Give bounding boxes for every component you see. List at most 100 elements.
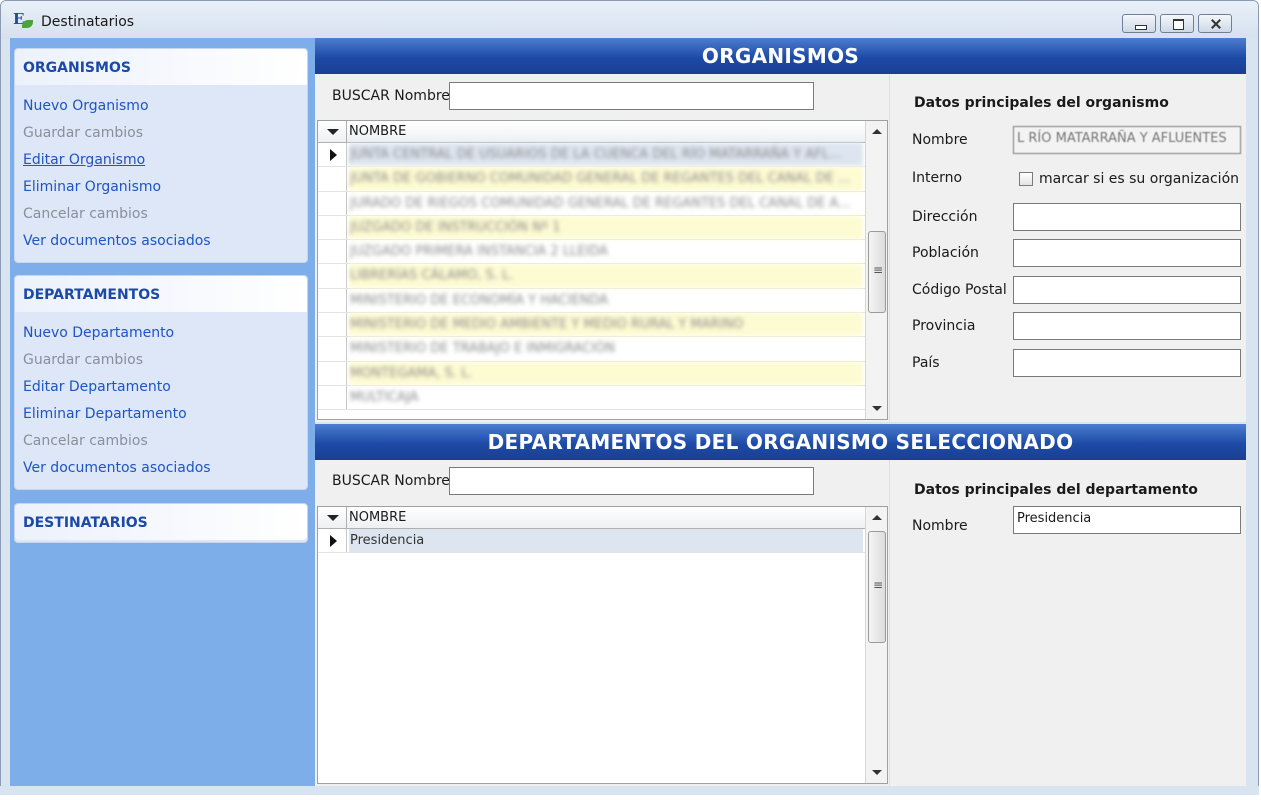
table-cell-nombre[interactable]: JURADO DE RIEGOS COMUNIDAD GENERAL DE RE… bbox=[349, 192, 863, 215]
table-cell-nombre[interactable]: MINISTERIO DE ECONOMÍA Y HACIENDA bbox=[349, 289, 863, 312]
organismos-panel-header[interactable]: ORGANISMOS bbox=[15, 49, 307, 85]
nombre-field[interactable]: L RÍO MATARRAÑA Y AFLUENTES bbox=[1013, 126, 1241, 154]
organismos-column-nombre[interactable]: NOMBRE bbox=[349, 124, 406, 139]
organismo-detail-title: Datos principales del organismo bbox=[914, 95, 1169, 111]
provincia-label: Provincia bbox=[912, 318, 976, 334]
table-cell-nombre[interactable]: MINISTERIO DE MEDIO AMBIENTE Y MEDIO RUR… bbox=[349, 313, 863, 337]
nuevo-organismo-link[interactable]: Nuevo Organismo bbox=[23, 93, 307, 120]
departamentos-grid-header: NOMBRE bbox=[318, 507, 887, 529]
editar-departamento-link[interactable]: Editar Departamento bbox=[23, 374, 307, 401]
table-row[interactable]: MINISTERIO DE MEDIO AMBIENTE Y MEDIO RUR… bbox=[318, 313, 887, 338]
cancelar-cambios-organismo-link: Cancelar cambios bbox=[23, 206, 148, 222]
departamentos-search-label: BUSCAR Nombre bbox=[332, 473, 450, 489]
interno-label: Interno bbox=[912, 170, 963, 186]
organismos-grid-header: NOMBRE bbox=[318, 121, 887, 143]
window-right-border bbox=[1246, 38, 1258, 786]
table-row[interactable]: JUZGADO DE INSTRUCCIÓN Nº 1 bbox=[318, 215, 887, 241]
departamentos-grid-body: Presidencia bbox=[318, 529, 887, 554]
table-cell-nombre[interactable]: MINISTERIO DE TRABAJO E INMIGRACIÓN bbox=[349, 337, 863, 360]
table-row[interactable]: JURADO DE RIEGOS COMUNIDAD GENERAL DE RE… bbox=[318, 191, 887, 216]
interno-checkbox-label[interactable]: marcar si es su organización bbox=[1039, 171, 1239, 187]
sort-arrow-icon[interactable] bbox=[318, 507, 347, 528]
departamento-detail-title: Datos principales del departamento bbox=[914, 482, 1198, 498]
sidebar: ORGANISMOS Nuevo Organismo Guardar cambi… bbox=[10, 38, 315, 786]
departamento-nombre-field[interactable]: Presidencia bbox=[1013, 506, 1241, 534]
nuevo-departamento-link[interactable]: Nuevo Departamento bbox=[23, 320, 307, 347]
poblacion-label: Población bbox=[912, 245, 979, 261]
interno-checkbox[interactable] bbox=[1019, 172, 1033, 186]
app-icon: E bbox=[13, 10, 35, 30]
table-cell-nombre[interactable]: LIBRERÍAS CÁLAMO, S. L. bbox=[349, 264, 863, 288]
table-cell-nombre[interactable]: JUNTA DE GOBIERNO COMUNIDAD GENERAL DE R… bbox=[349, 167, 863, 191]
ver-documentos-organismo-link[interactable]: Ver documentos asociados bbox=[23, 228, 307, 255]
departamentos-panel: DEPARTAMENTOS Nuevo Departamento Guardar… bbox=[14, 275, 308, 490]
organismos-section-title: ORGANISMOS bbox=[315, 38, 1246, 74]
row-header[interactable] bbox=[318, 337, 347, 361]
table-cell-nombre[interactable]: Presidencia bbox=[349, 529, 863, 553]
row-header[interactable] bbox=[318, 385, 347, 410]
row-header[interactable] bbox=[318, 240, 347, 264]
organismos-grid-scrollbar[interactable] bbox=[865, 121, 887, 419]
eliminar-departamento-link[interactable]: Eliminar Departamento bbox=[23, 401, 307, 428]
ver-documentos-departamento-link[interactable]: Ver documentos asociados bbox=[23, 455, 307, 482]
scroll-thumb[interactable] bbox=[868, 531, 886, 643]
provincia-field[interactable] bbox=[1013, 312, 1241, 340]
organismos-search-label: BUSCAR Nombre bbox=[332, 88, 450, 104]
table-row[interactable]: MONTEGAMA, S. L. bbox=[318, 361, 887, 386]
table-row[interactable]: MINISTERIO DE ECONOMÍA Y HACIENDA bbox=[318, 288, 887, 314]
sort-arrow-icon[interactable] bbox=[318, 121, 347, 142]
table-row[interactable]: Presidencia bbox=[318, 529, 887, 554]
title-bar: E Destinatarios bbox=[1, 1, 1258, 39]
departamentos-section-title: DEPARTAMENTOS DEL ORGANISMO SELECCIONADO bbox=[315, 424, 1246, 460]
poblacion-field[interactable] bbox=[1013, 239, 1241, 267]
row-header[interactable] bbox=[318, 264, 347, 288]
table-row[interactable]: MULTICAJA bbox=[318, 385, 887, 411]
scroll-down-arrow-icon[interactable] bbox=[872, 406, 882, 411]
row-header[interactable] bbox=[318, 288, 347, 313]
organismos-divider bbox=[889, 74, 890, 422]
pais-label: País bbox=[912, 355, 940, 371]
organismos-search-input[interactable] bbox=[449, 82, 814, 110]
departamentos-grid[interactable]: NOMBRE Presidencia bbox=[317, 506, 888, 784]
departamentos-divider bbox=[889, 460, 890, 786]
row-header[interactable] bbox=[318, 215, 347, 240]
departamentos-search-input[interactable] bbox=[449, 467, 814, 495]
table-cell-nombre[interactable]: JUNTA CENTRAL DE USUARIOS DE LA CUENCA D… bbox=[349, 143, 863, 167]
table-cell-nombre[interactable]: JUZGADO PRIMERA INSTANCIA 2 LLEIDA bbox=[349, 240, 863, 263]
table-cell-nombre[interactable]: MONTEGAMA, S. L. bbox=[349, 361, 863, 385]
departamentos-column-nombre[interactable]: NOMBRE bbox=[349, 510, 406, 525]
departamentos-grid-scrollbar[interactable] bbox=[865, 507, 887, 783]
eliminar-organismo-link[interactable]: Eliminar Organismo bbox=[23, 174, 307, 201]
close-button[interactable] bbox=[1198, 14, 1232, 33]
leaf-icon bbox=[22, 20, 33, 28]
table-row[interactable]: MINISTERIO DE TRABAJO E INMIGRACIÓN bbox=[318, 337, 887, 362]
table-row[interactable]: LIBRERÍAS CÁLAMO, S. L. bbox=[318, 264, 887, 289]
row-header[interactable] bbox=[318, 313, 347, 337]
codigo-postal-field[interactable] bbox=[1013, 276, 1241, 304]
table-cell-nombre[interactable]: MULTICAJA bbox=[349, 386, 863, 409]
table-cell-nombre[interactable]: JUZGADO DE INSTRUCCIÓN Nº 1 bbox=[349, 215, 863, 240]
editar-organismo-link[interactable]: Editar Organismo bbox=[23, 147, 307, 174]
scroll-up-arrow-icon[interactable] bbox=[872, 129, 882, 134]
minimize-button[interactable] bbox=[1122, 14, 1156, 33]
current-row-indicator-icon[interactable] bbox=[318, 143, 347, 167]
row-header[interactable] bbox=[318, 167, 347, 191]
departamentos-panel-header[interactable]: DEPARTAMENTOS bbox=[15, 276, 307, 312]
scroll-down-arrow-icon[interactable] bbox=[872, 770, 882, 775]
destinatarios-panel-header[interactable]: DESTINATARIOS bbox=[15, 504, 307, 540]
organismos-grid-body: JUNTA CENTRAL DE USUARIOS DE LA CUENCA D… bbox=[318, 143, 887, 411]
restore-button[interactable] bbox=[1160, 14, 1194, 33]
current-row-indicator-icon[interactable] bbox=[318, 529, 347, 553]
row-header[interactable] bbox=[318, 191, 347, 215]
organismos-grid[interactable]: NOMBRE JUNTA CENTRAL DE USUARIOS DE LA C… bbox=[317, 120, 888, 420]
row-header[interactable] bbox=[318, 361, 347, 385]
scroll-thumb[interactable] bbox=[868, 231, 886, 313]
table-row[interactable]: JUNTA DE GOBIERNO COMUNIDAD GENERAL DE R… bbox=[318, 167, 887, 192]
table-row[interactable]: JUZGADO PRIMERA INSTANCIA 2 LLEIDA bbox=[318, 240, 887, 265]
window-title: Destinatarios bbox=[41, 14, 135, 30]
pais-field[interactable] bbox=[1013, 349, 1241, 377]
direccion-field[interactable] bbox=[1013, 203, 1241, 231]
cancelar-cambios-departamento-link: Cancelar cambios bbox=[23, 433, 148, 449]
scroll-up-arrow-icon[interactable] bbox=[872, 515, 882, 520]
table-row[interactable]: JUNTA CENTRAL DE USUARIOS DE LA CUENCA D… bbox=[318, 143, 887, 168]
